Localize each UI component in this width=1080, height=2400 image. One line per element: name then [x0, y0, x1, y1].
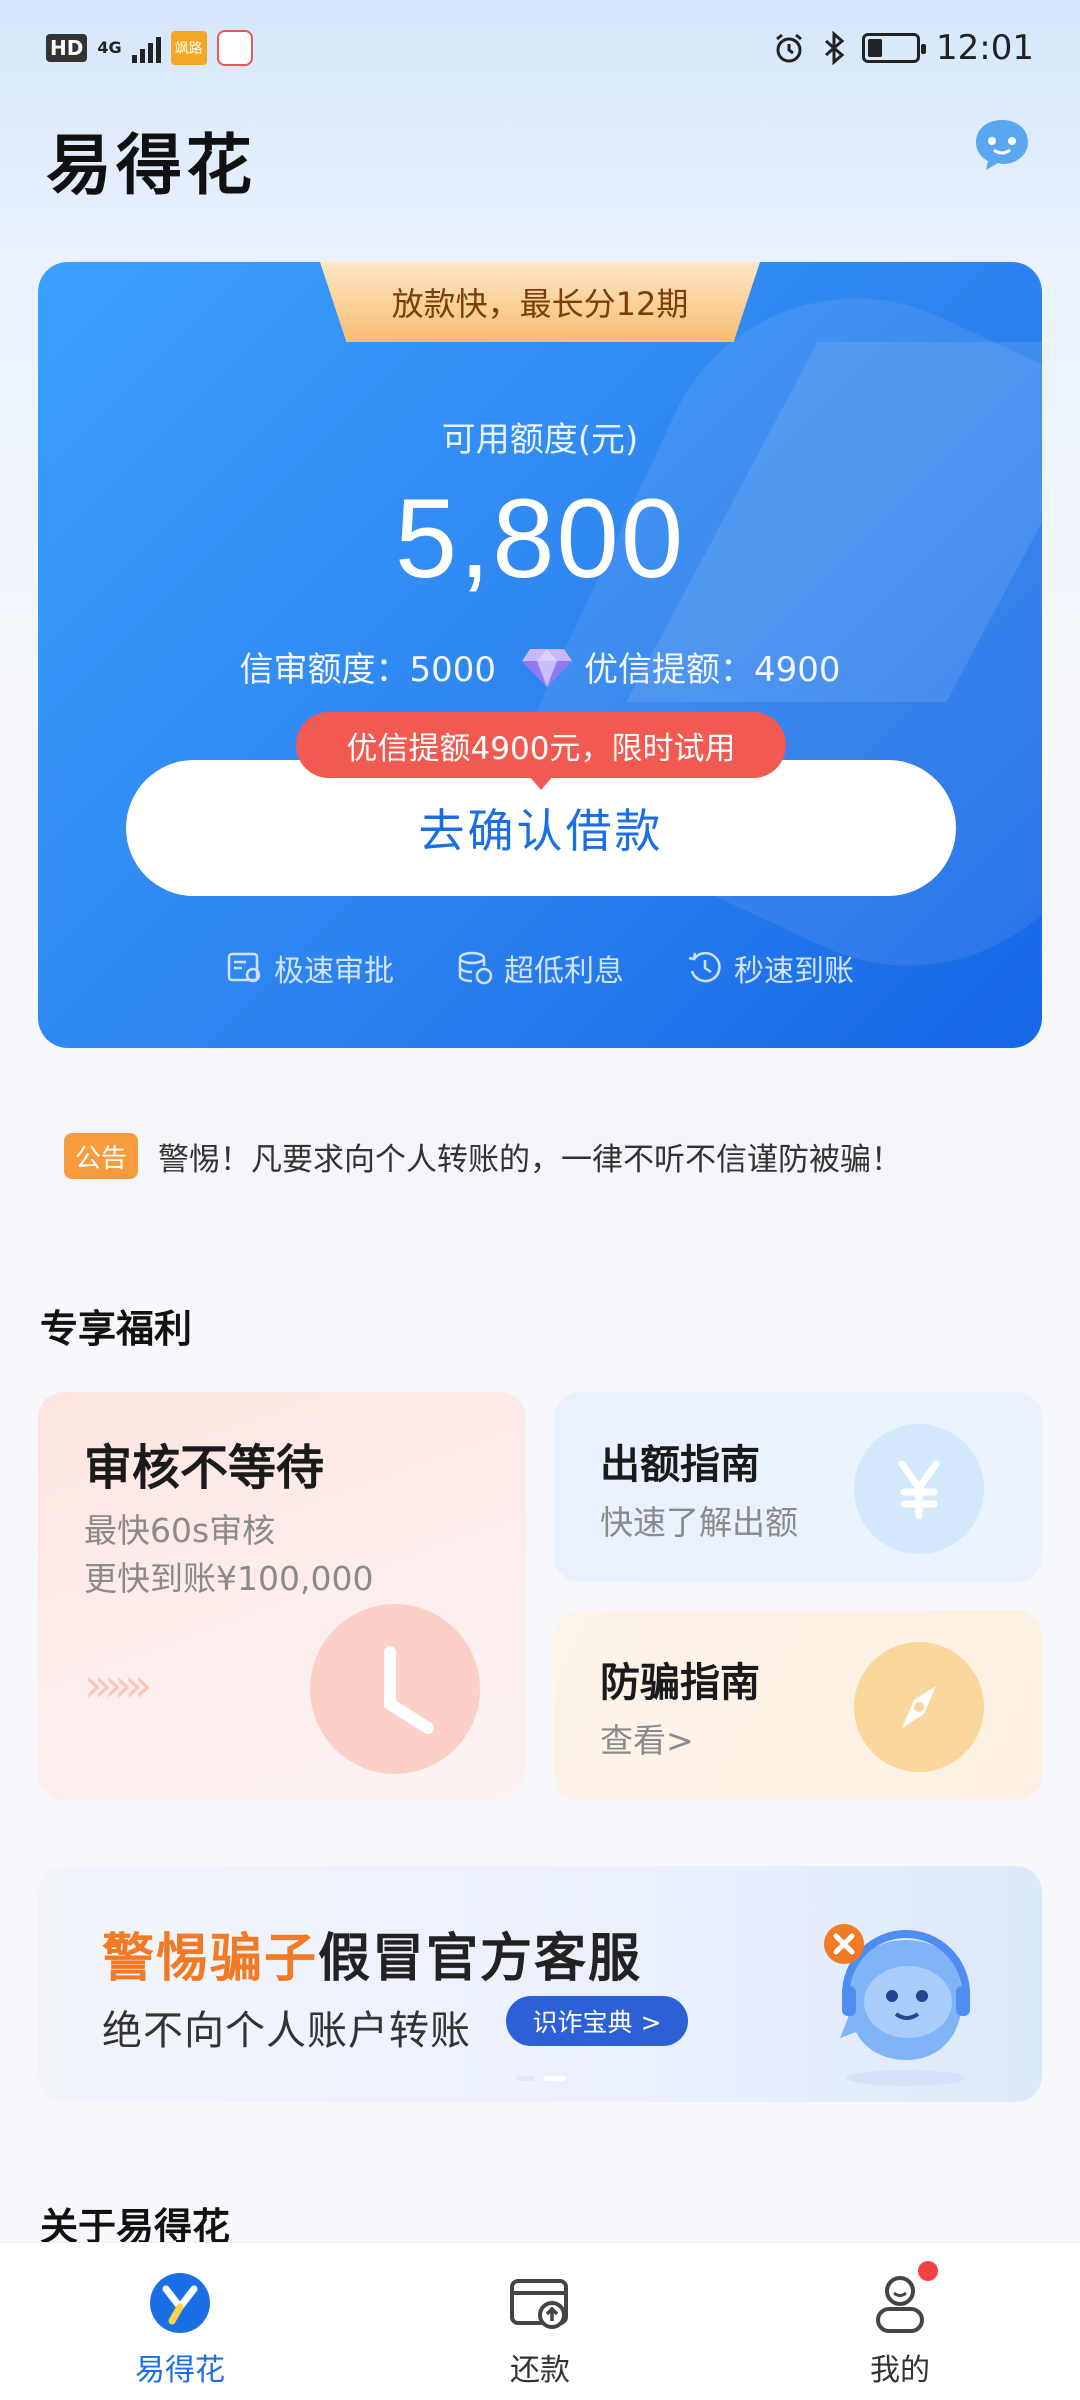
nav-label: 易得花 — [135, 2353, 225, 2388]
available-limit-label: 可用额度(元) — [441, 420, 639, 460]
chevrons-icon: »»» — [84, 1658, 152, 1712]
banner-headline: 警惕骗子假冒官方客服 — [102, 1916, 642, 1991]
wallet-icon — [510, 2279, 568, 2329]
credit-limit-card: 放款快，最长分12期 可用额度(元) 5,800 信审额度：5000 优信提额：… — [38, 262, 1042, 1048]
bluetooth-icon — [825, 31, 845, 65]
promo-bubble: 优信提额4900元，限时试用 — [296, 712, 786, 790]
network-type: 4G — [97, 38, 122, 57]
app-page: HD 4G 飒路 12:01 易得花 放款快，最长分12期 可用额度(元) 5,… — [0, 0, 1080, 2400]
feature-list: 极速审批 超低利息 秒速到账 — [38, 946, 1042, 990]
app-notification-icon-2 — [216, 30, 253, 66]
clock-icon — [310, 1604, 480, 1774]
banner-pagination — [516, 2076, 566, 2081]
status-left: HD 4G 飒路 — [46, 30, 253, 66]
anti-fraud-banner[interactable]: 警惕骗子假冒官方客服 绝不向个人账户转账 识诈宝典 > — [38, 1866, 1042, 2102]
status-right: 12:01 — [772, 28, 1034, 68]
fast-review-card[interactable]: 审核不等待 最快60s审核 更快到账¥100,000 »»» — [38, 1392, 526, 1800]
status-bar: HD 4G 飒路 12:01 — [0, 0, 1080, 100]
review-limit: 信审额度：5000 — [239, 650, 496, 690]
boost-limit: 优信提额：4900 — [584, 650, 841, 690]
diamond-icon — [522, 648, 572, 687]
limit-guide-title: 出额指南 — [600, 1442, 760, 1488]
feature-label: 极速审批 — [274, 954, 394, 989]
nav-label: 还款 — [510, 2353, 570, 2388]
app-notification-icon: 飒路 — [170, 31, 207, 65]
home-logo-icon — [150, 2273, 210, 2333]
nav-home[interactable]: 易得花 — [0, 2243, 360, 2400]
fast-review-line2: 更快到账¥100,000 — [84, 1559, 374, 1598]
feature-low-interest: 超低利息 — [456, 946, 624, 990]
robot-service-icon — [824, 1924, 970, 2086]
feature-instant-arrival: 秒速到账 — [686, 946, 854, 990]
benefits-section-title: 专享福利 — [40, 1307, 193, 1351]
customer-service-icon[interactable] — [972, 116, 1032, 172]
signal-icon — [131, 33, 161, 63]
fast-review-title: 审核不等待 — [84, 1440, 325, 1496]
limit-guide-subtitle: 快速了解出额 — [600, 1503, 798, 1542]
clock-arrow-icon — [688, 951, 721, 983]
banner-subline: 绝不向个人账户转账 — [102, 2008, 471, 2054]
app-title: 易得花 — [46, 127, 256, 204]
anti-fraud-guide-title: 防骗指南 — [600, 1660, 760, 1706]
credit-breakdown: 信审额度：5000 优信提额：4900 — [38, 642, 1042, 691]
approval-icon — [227, 952, 261, 983]
boost-limit-wrap: 优信提额：4900 — [520, 642, 841, 691]
nav-mine[interactable]: 我的 — [720, 2243, 1080, 2400]
notice-bar[interactable]: 公告 警惕！凡要求向个人转账的，一律不听不信谨防被骗！ — [38, 1106, 1042, 1206]
nav-repay[interactable]: 还款 — [360, 2243, 720, 2400]
notification-dot — [918, 2261, 938, 2281]
bottom-nav: 易得花 还款 我的 — [0, 2242, 1080, 2400]
notice-tag: 公告 — [64, 1133, 138, 1179]
anti-fraud-guide-card[interactable]: 防骗指南 查看> — [554, 1610, 1042, 1800]
fast-review-line1: 最快60s审核 — [84, 1511, 276, 1550]
coins-icon — [458, 951, 493, 985]
notice-text: 警惕！凡要求向个人转账的，一律不听不信谨防被骗！ — [158, 1141, 902, 1178]
banner-headline-rest: 假冒官方客服 — [318, 1929, 643, 1989]
alarm-icon — [776, 33, 802, 63]
clock-time: 12:01 — [936, 28, 1034, 68]
anti-fraud-guide-link: 查看> — [600, 1721, 694, 1760]
hd-indicator: HD — [46, 34, 88, 62]
user-icon — [876, 2276, 924, 2333]
feature-label: 秒速到账 — [734, 954, 854, 989]
limit-guide-card[interactable]: 出额指南 快速了解出额 — [554, 1392, 1042, 1582]
banner-highlight: 警惕骗子 — [102, 1929, 319, 1989]
feature-label: 超低利息 — [504, 954, 624, 989]
available-limit-amount: 5,800 — [394, 476, 686, 601]
yuan-icon — [854, 1424, 984, 1554]
fraud-guide-button[interactable]: 识诈宝典 > — [506, 1996, 688, 2046]
feature-fast-approval: 极速审批 — [226, 946, 394, 990]
battery-icon — [862, 33, 927, 63]
nav-label: 我的 — [870, 2353, 930, 2388]
installment-ribbon: 放款快，最长分12期 — [320, 262, 760, 342]
compass-icon — [854, 1642, 984, 1772]
